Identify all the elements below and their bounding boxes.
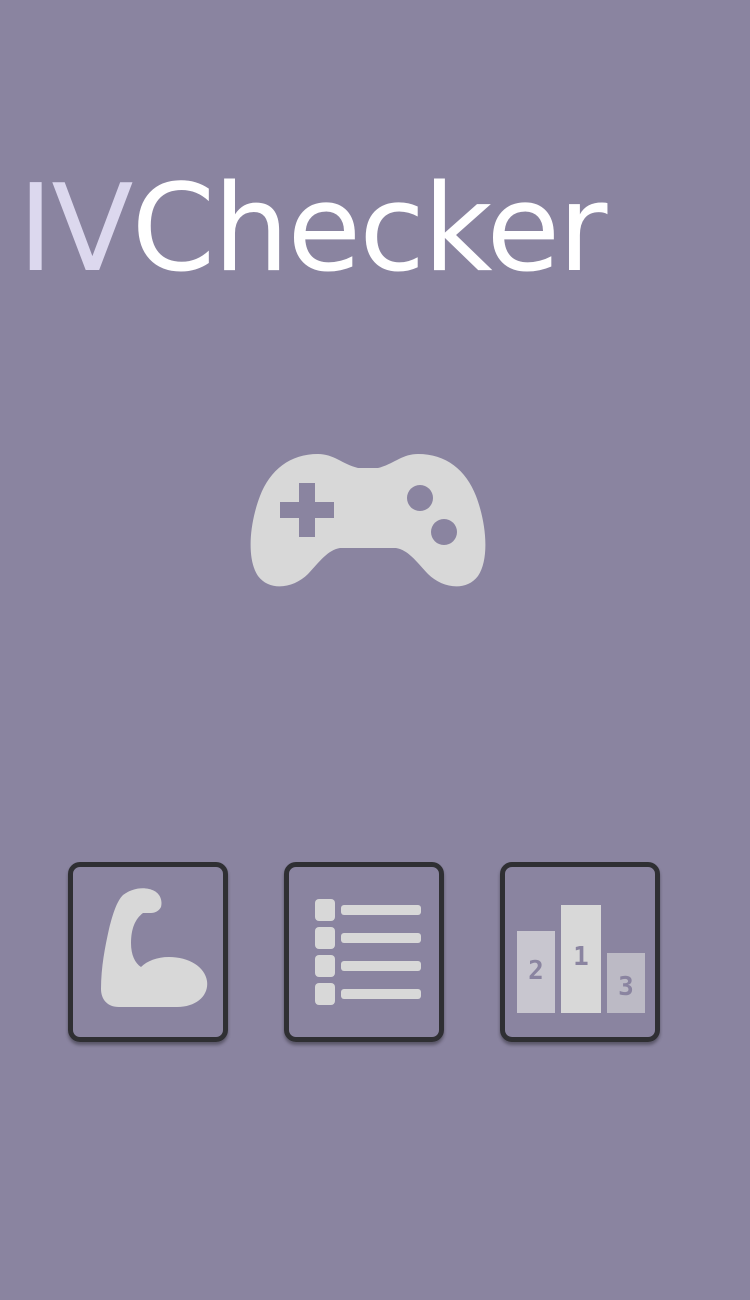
list-icon — [315, 899, 421, 1005]
podium-label-third: 3 — [618, 972, 634, 1002]
ranking-button[interactable]: 2 1 3 — [500, 862, 660, 1042]
gamepad-icon[interactable] — [248, 448, 488, 590]
stats-button[interactable] — [68, 862, 228, 1042]
app-title-prefix: IV — [18, 160, 133, 299]
app-title-suffix: Checker — [131, 160, 607, 299]
podium-label-second: 2 — [528, 956, 544, 986]
podium-label-first: 1 — [573, 942, 589, 972]
podium-icon: 2 1 3 — [517, 905, 645, 1013]
list-button[interactable] — [284, 862, 444, 1042]
app-title: IVChecker — [18, 160, 608, 300]
flexed-arm-icon — [101, 888, 208, 1007]
